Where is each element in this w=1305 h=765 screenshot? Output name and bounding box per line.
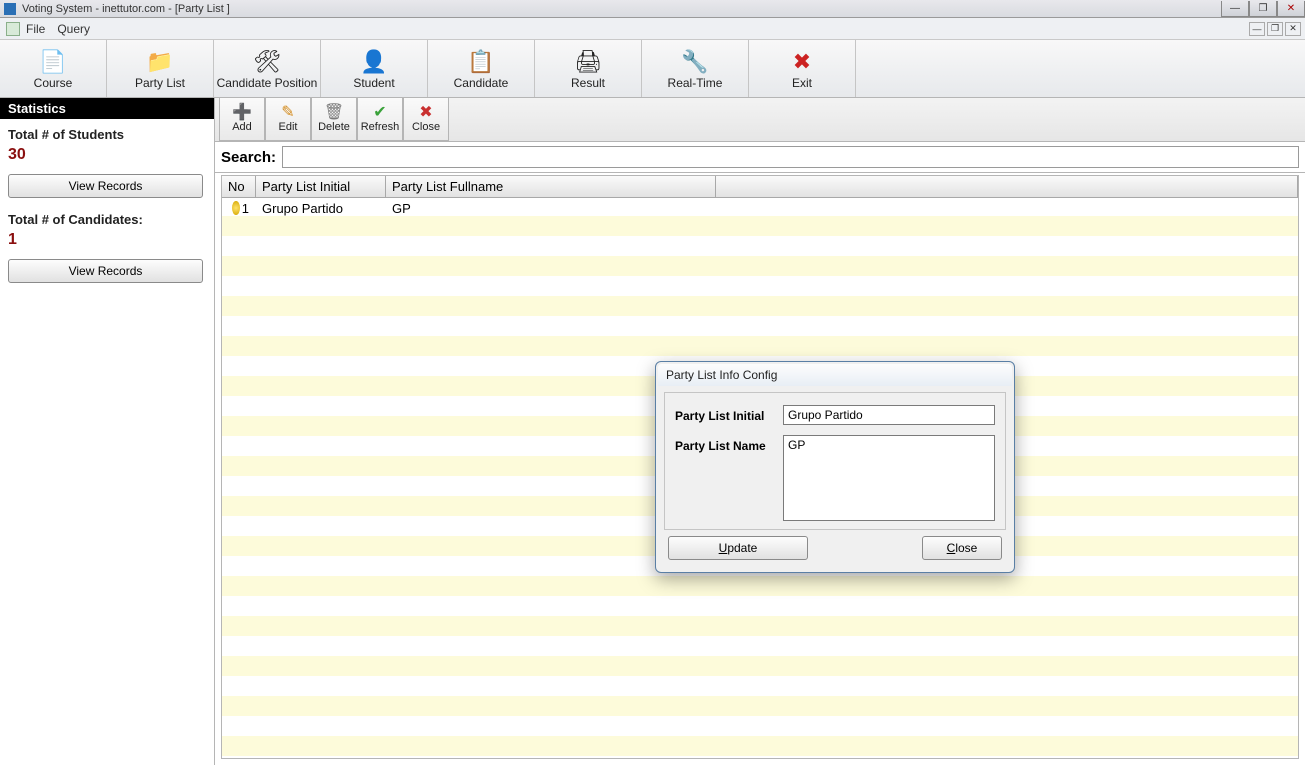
add-button[interactable]: ➕ Add [219,98,265,141]
toolbar-candidate-label: Candidate [454,76,509,90]
student-icon: 👤 [358,48,390,76]
edit-button[interactable]: ✎ Edit [265,98,311,141]
app-icon [4,3,16,15]
main-area: ➕ Add ✎ Edit 🗑 Delete ✔ Refresh ✖ Close … [215,98,1305,765]
toolbar-course[interactable]: 📄 Course [0,40,107,97]
candidate-icon: 📋 [465,48,497,76]
initial-input[interactable] [783,405,995,425]
edit-icon: ✎ [281,105,294,121]
toolbar-student[interactable]: 👤 Student [321,40,428,97]
titlebar: Voting System - inettutor.com - [Party L… [0,0,1305,18]
real-time-icon: 🔧 [679,48,711,76]
refresh-button[interactable]: ✔ Refresh [357,98,403,141]
toolbar-candidate-position[interactable]: 🛠 Candidate Position [214,40,321,97]
statistics-header: Statistics [0,98,214,119]
close-window-button[interactable]: ✕ [1277,1,1305,17]
sidebar: Statistics Total # of Students 30 View R… [0,98,215,765]
col-fullname[interactable]: Party List Fullname [386,176,716,197]
delete-button[interactable]: 🗑 Delete [311,98,357,141]
party-list-icon: 📁 [144,48,176,76]
toolbar-result-label: Result [571,76,605,90]
minimize-button[interactable]: — [1221,1,1249,17]
toolbar-student-label: Student [353,76,394,90]
col-no[interactable]: No [222,176,256,197]
menu-file[interactable]: File [26,22,45,36]
menubar: File Query — ❐ ✕ [0,18,1305,40]
party-list-config-dialog: Party List Info Config Party List Initia… [655,361,1015,573]
col-initial[interactable]: Party List Initial [256,176,386,197]
exit-icon: ✖ [786,48,818,76]
add-icon: ➕ [232,105,252,121]
close-button[interactable]: ✖ Close [403,98,449,141]
menu-query[interactable]: Query [57,22,90,36]
dialog-title: Party List Info Config [658,364,1012,386]
students-value: 30 [8,146,206,164]
view-students-button[interactable]: View Records [8,174,203,198]
toolbar-real-time[interactable]: 🔧 Real-Time [642,40,749,97]
name-label: Party List Name [675,435,775,453]
row-indicator-icon [232,201,240,215]
main-toolbar: 📄 Course 📁 Party List 🛠 Candidate Positi… [0,40,1305,98]
update-button[interactable]: Update [668,536,808,560]
window-title: Voting System - inettutor.com - [Party L… [22,3,230,15]
mdi-close[interactable]: ✕ [1285,22,1301,36]
candidates-label: Total # of Candidates: [8,212,206,227]
course-icon: 📄 [37,48,69,76]
candidate-position-icon: 🛠 [251,48,283,76]
students-label: Total # of Students [8,127,206,142]
menu-icon [6,22,20,36]
toolbar-result[interactable]: 🖨 Result [535,40,642,97]
initial-label: Party List Initial [675,405,775,423]
mdi-minimize[interactable]: — [1249,22,1265,36]
dialog-close-button[interactable]: Close [922,536,1002,560]
delete-icon: 🗑 [324,105,344,121]
name-textarea[interactable] [783,435,995,521]
table-row[interactable]: 1 Grupo Partido GP [222,198,1298,218]
toolbar-candidate[interactable]: 📋 Candidate [428,40,535,97]
toolbar-course-label: Course [34,76,73,90]
refresh-icon: ✔ [373,105,386,121]
toolbar-real-time-label: Real-Time [668,76,723,90]
maximize-button[interactable]: ❐ [1249,1,1277,17]
candidates-value: 1 [8,231,206,249]
result-icon: 🖨 [572,48,604,76]
search-input[interactable] [282,146,1299,168]
mdi-restore[interactable]: ❐ [1267,22,1283,36]
toolbar-party-list[interactable]: 📁 Party List [107,40,214,97]
toolbar-candidate-position-label: Candidate Position [217,76,318,90]
toolbar-exit[interactable]: ✖ Exit [749,40,856,97]
toolbar-party-list-label: Party List [135,76,185,90]
sub-toolbar: ➕ Add ✎ Edit 🗑 Delete ✔ Refresh ✖ Close [215,98,1305,142]
close-icon: ✖ [419,105,432,121]
toolbar-exit-label: Exit [792,76,812,90]
search-label: Search: [221,149,276,166]
view-candidates-button[interactable]: View Records [8,259,203,283]
